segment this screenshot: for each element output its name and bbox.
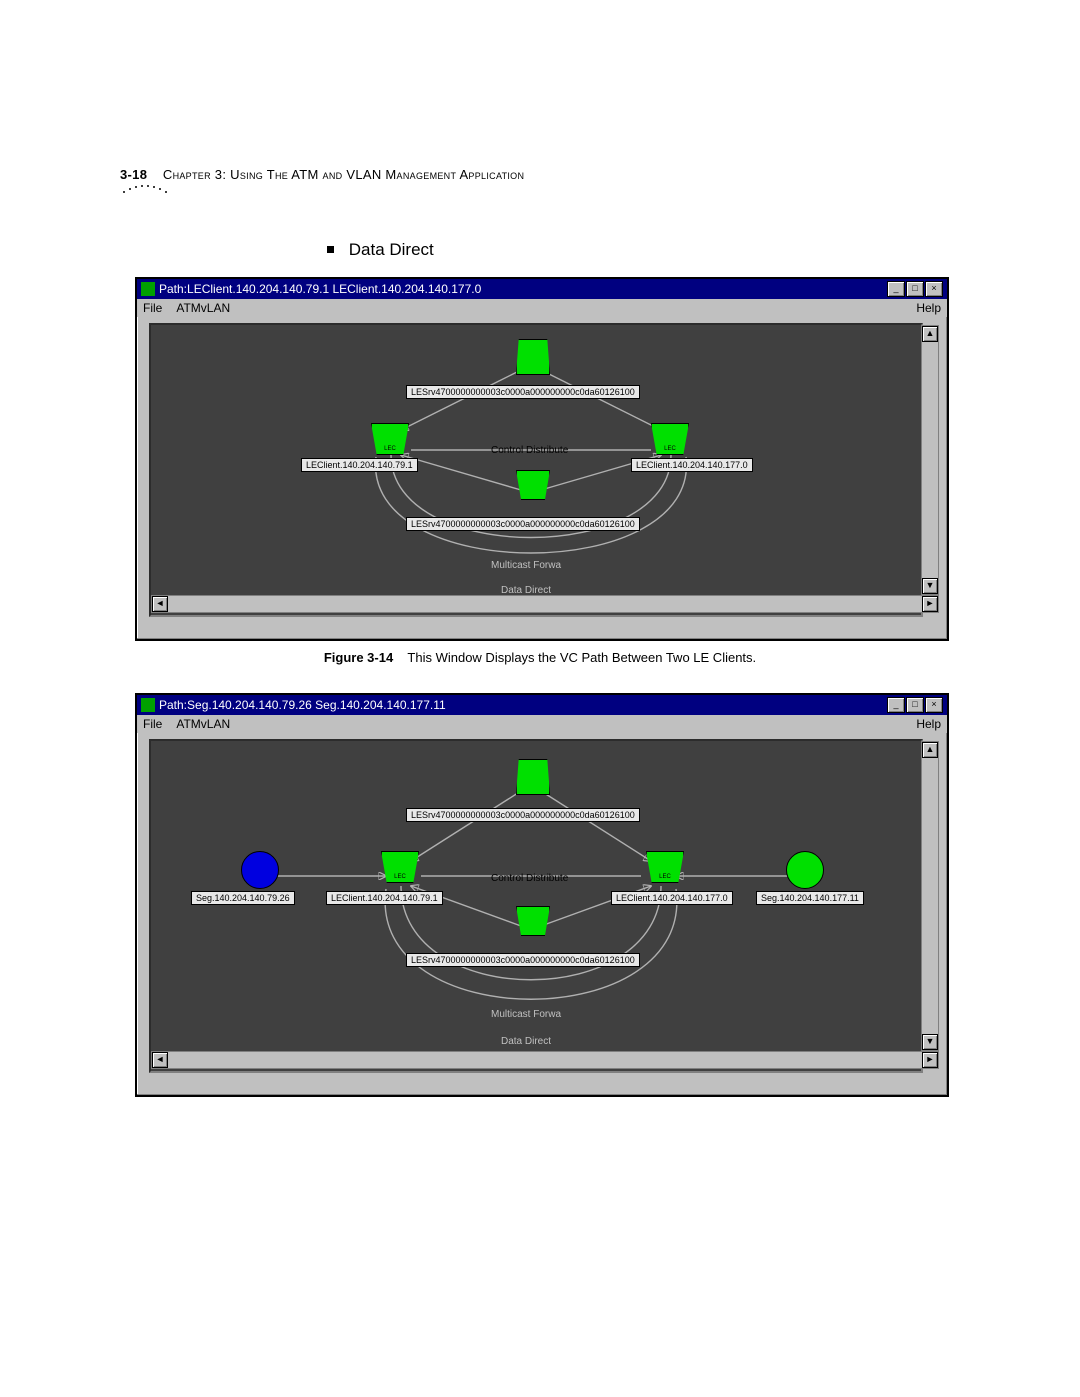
les-bottom-label: LESrv4700000000003c0000a000000000c0da601… xyxy=(406,517,640,531)
figure-number: Figure 3-14 xyxy=(324,650,393,665)
chapter-label: Chapter 3: Using The ATM and VLAN Manage… xyxy=(163,167,524,182)
scroll-down-icon[interactable]: ▼ xyxy=(922,1034,938,1050)
vertical-scrollbar[interactable]: ▲ ▼ xyxy=(921,325,939,595)
bullet-square-icon xyxy=(327,246,334,253)
menu-atmvlan[interactable]: ATMvLAN xyxy=(176,717,230,731)
page-number: 3-18 xyxy=(120,167,147,182)
scroll-right-icon[interactable]: ► xyxy=(922,1052,938,1068)
maximize-button[interactable]: □ xyxy=(906,281,924,297)
scroll-up-icon[interactable]: ▲ xyxy=(922,326,938,342)
menu-bar: File ATMvLAN Help xyxy=(137,299,947,317)
data-direct-label: Data Direct xyxy=(501,1036,551,1047)
les-top-label: LESrv4700000000003c0000a000000000c0da601… xyxy=(406,385,640,399)
ltles-node[interactable] xyxy=(516,339,550,375)
lec-left-node[interactable]: LEC xyxy=(381,851,419,883)
bullet-data-direct: Data Direct xyxy=(327,240,434,260)
control-distribute-label: Control Distribute xyxy=(491,873,568,884)
close-button[interactable]: × xyxy=(925,697,943,713)
window-title-text: Path:LEClient.140.204.140.79.1 LEClient.… xyxy=(159,279,481,299)
scroll-right-icon[interactable]: ► xyxy=(922,596,938,612)
window-titlebar[interactable]: Path:LEClient.140.204.140.79.1 LEClient.… xyxy=(137,279,947,299)
bus-node[interactable] xyxy=(516,906,550,936)
bus-node[interactable] xyxy=(516,470,550,500)
diagram-canvas[interactable]: LESrv4700000000003c0000a000000000c0da601… xyxy=(149,739,923,1073)
les-top-label: LESrv4700000000003c0000a000000000c0da601… xyxy=(406,808,640,822)
lec-left-label: LEClient.140.204.140.79.1 xyxy=(301,458,418,472)
control-distribute-label: Control Distribute xyxy=(491,445,568,456)
vertical-scrollbar[interactable]: ▲ ▼ xyxy=(921,741,939,1051)
app-icon xyxy=(141,282,155,296)
menu-file[interactable]: File xyxy=(143,717,162,731)
ltles-node[interactable] xyxy=(516,759,550,795)
scroll-left-icon[interactable]: ◄ xyxy=(152,1052,168,1068)
horizontal-scrollbar[interactable]: ◄ ► xyxy=(151,1051,939,1069)
diagram-canvas-wrap: LESrv4700000000003c0000a000000000c0da601… xyxy=(143,323,941,631)
window-title-text: Path:Seg.140.204.140.79.26 Seg.140.204.1… xyxy=(159,695,446,715)
lec-left-label: LEClient.140.204.140.79.1 xyxy=(326,891,443,905)
segment-right-label: Seg.140.204.140.177.11 xyxy=(756,891,864,905)
lec-right-label: LEClient.140.204.140.177.0 xyxy=(611,891,733,905)
menu-atmvlan[interactable]: ATMvLAN xyxy=(176,301,230,315)
menu-file[interactable]: File xyxy=(143,301,162,315)
lec-right-node[interactable]: LEC xyxy=(651,423,689,455)
menu-help[interactable]: Help xyxy=(916,301,941,315)
menu-bar: File ATMvLAN Help xyxy=(137,715,947,733)
diagram-canvas[interactable]: LESrv4700000000003c0000a000000000c0da601… xyxy=(149,323,923,617)
multicast-forward-label: Multicast Forwa xyxy=(491,560,561,571)
close-button[interactable]: × xyxy=(925,281,943,297)
multicast-forward-label: Multicast Forwa xyxy=(491,1009,561,1020)
segment-right-node[interactable] xyxy=(786,851,824,889)
scroll-up-icon[interactable]: ▲ xyxy=(922,742,938,758)
diagram-canvas-wrap: LESrv4700000000003c0000a000000000c0da601… xyxy=(143,739,941,1087)
window-path-segments: Path:Seg.140.204.140.79.26 Seg.140.204.1… xyxy=(135,693,949,1097)
scroll-left-icon[interactable]: ◄ xyxy=(152,596,168,612)
figure-caption-3-14: Figure 3-14 This Window Displays the VC … xyxy=(260,650,820,665)
segment-left-label: Seg.140.204.140.79.26 xyxy=(191,891,295,905)
lec-right-node[interactable]: LEC xyxy=(646,851,684,883)
horizontal-scrollbar[interactable]: ◄ ► xyxy=(151,595,939,613)
window-path-le-clients: Path:LEClient.140.204.140.79.1 LEClient.… xyxy=(135,277,949,641)
minimize-button[interactable]: _ xyxy=(887,281,905,297)
minimize-button[interactable]: _ xyxy=(887,697,905,713)
app-icon xyxy=(141,698,155,712)
bullet-text: Data Direct xyxy=(349,240,434,259)
running-header: 3-18 Chapter 3: Using The ATM and VLAN M… xyxy=(120,167,524,182)
divider-dots xyxy=(120,182,180,199)
maximize-button[interactable]: □ xyxy=(906,697,924,713)
page: 3-18 Chapter 3: Using The ATM and VLAN M… xyxy=(0,0,1080,1397)
lec-right-label: LEClient.140.204.140.177.0 xyxy=(631,458,753,472)
les-bottom-label: LESrv4700000000003c0000a000000000c0da601… xyxy=(406,953,640,967)
segment-left-node[interactable] xyxy=(241,851,279,889)
window-titlebar[interactable]: Path:Seg.140.204.140.79.26 Seg.140.204.1… xyxy=(137,695,947,715)
lec-left-node[interactable]: LEC xyxy=(371,423,409,455)
scroll-down-icon[interactable]: ▼ xyxy=(922,578,938,594)
menu-help[interactable]: Help xyxy=(916,717,941,731)
figure-text: This Window Displays the VC Path Between… xyxy=(407,650,756,665)
